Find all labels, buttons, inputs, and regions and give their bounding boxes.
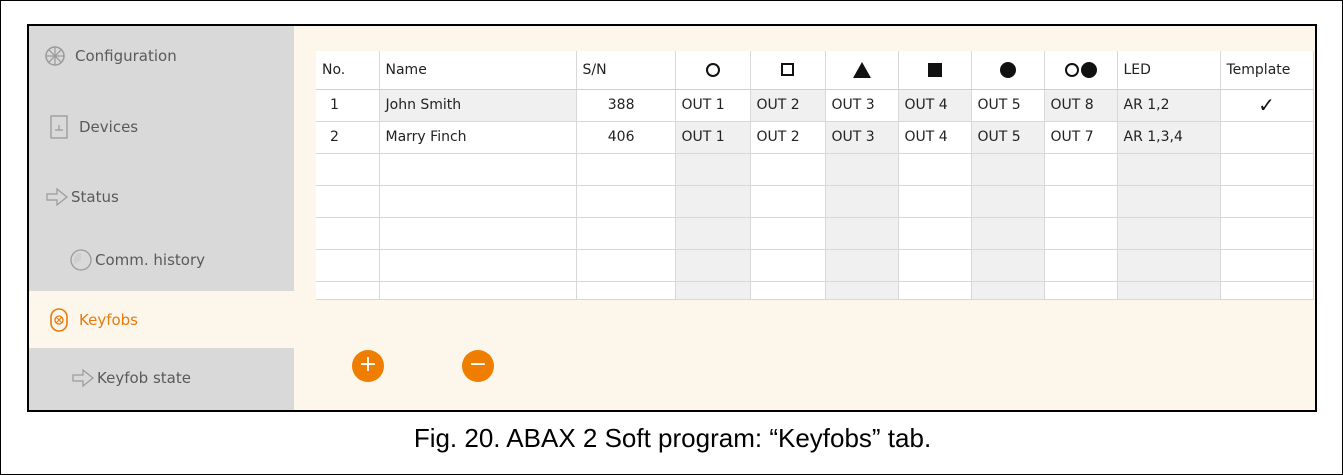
- figure-caption: Fig. 20. ABAX 2 Soft program: “Keyfobs” …: [413, 423, 932, 453]
- cell-output-3[interactable]: OUT 3: [825, 121, 899, 154]
- status-icon: [45, 185, 69, 209]
- col-header-button-4: [898, 51, 972, 90]
- table-row[interactable]: 1 John Smith 388 OUT 1 OUT 2 OUT 3 OUT 4…: [316, 89, 1314, 122]
- table-row-empty[interactable]: [316, 281, 1314, 300]
- col-header-no: No.: [316, 51, 380, 90]
- cell-output-6[interactable]: OUT 8: [1044, 89, 1118, 122]
- remove-keyfob-button[interactable]: −: [462, 350, 494, 382]
- cell-output-5[interactable]: OUT 5: [971, 89, 1045, 122]
- cell-output-6[interactable]: OUT 7: [1044, 121, 1118, 154]
- cell-output-4[interactable]: OUT 4: [898, 121, 972, 154]
- col-header-button-6: [1044, 51, 1118, 90]
- cell-output-2[interactable]: OUT 2: [750, 121, 826, 154]
- cell-sn[interactable]: 388: [576, 89, 676, 122]
- cell-output-5[interactable]: OUT 5: [971, 121, 1045, 154]
- cell-output-3[interactable]: OUT 3: [825, 89, 899, 122]
- add-keyfob-button[interactable]: +: [352, 350, 384, 382]
- circle-outline-icon: [705, 62, 720, 77]
- col-header-button-3: [825, 51, 899, 90]
- col-header-led: LED: [1117, 51, 1221, 90]
- cell-led[interactable]: AR 1,3,4: [1117, 121, 1221, 154]
- table-row-empty[interactable]: [316, 153, 1314, 186]
- devices-icon: [47, 115, 71, 139]
- two-circles-icon: [1064, 61, 1097, 78]
- keyfob-state-icon: [71, 366, 95, 390]
- keyfobs-panel: No. Name S/N LED Template 1 John Smith 3…: [294, 26, 1315, 410]
- col-header-button-5: [971, 51, 1045, 90]
- table-row-empty[interactable]: [316, 249, 1314, 282]
- sidebar-item-label: Devices: [79, 118, 139, 136]
- sidebar-item-label: Keyfob state: [97, 369, 191, 387]
- col-header-name: Name: [379, 51, 577, 90]
- cell-name[interactable]: Marry Finch: [379, 121, 577, 154]
- sidebar-item-status[interactable]: Status: [29, 169, 294, 225]
- circle-filled-icon: [999, 61, 1016, 78]
- cell-name[interactable]: John Smith: [379, 89, 577, 122]
- square-outline-icon: [781, 63, 794, 77]
- sidebar-item-keyfob-state[interactable]: Keyfob state: [29, 350, 294, 406]
- sidebar: Configuration Devices Status Comm. histo…: [29, 26, 294, 410]
- col-header-sn: S/N: [576, 51, 676, 90]
- cell-output-2[interactable]: OUT 2: [750, 89, 826, 122]
- table-row[interactable]: 2 Marry Finch 406 OUT 1 OUT 2 OUT 3 OUT …: [316, 121, 1314, 154]
- sidebar-item-configuration[interactable]: Configuration: [29, 28, 294, 84]
- cell-no[interactable]: 1: [316, 89, 380, 122]
- cell-led[interactable]: AR 1,2: [1117, 89, 1221, 122]
- figure-frame: Configuration Devices Status Comm. histo…: [0, 0, 1343, 475]
- square-filled-icon: [927, 62, 942, 77]
- table-row-empty[interactable]: [316, 217, 1314, 250]
- cell-output-4[interactable]: OUT 4: [898, 89, 972, 122]
- table-row-empty[interactable]: [316, 185, 1314, 218]
- cell-output-1[interactable]: OUT 1: [675, 89, 751, 122]
- cell-sn[interactable]: 406: [576, 121, 676, 154]
- cell-template[interactable]: [1220, 121, 1314, 154]
- col-header-button-2: [750, 51, 826, 90]
- col-header-template: Template: [1220, 51, 1314, 90]
- keyfobs-table: No. Name S/N LED Template 1 John Smith 3…: [316, 51, 1314, 300]
- triangle-icon: [852, 61, 871, 78]
- cell-no[interactable]: 2: [316, 121, 380, 154]
- sidebar-item-devices[interactable]: Devices: [29, 99, 294, 155]
- configuration-icon: [43, 44, 67, 68]
- comm-history-icon: [69, 248, 93, 272]
- cell-output-1[interactable]: OUT 1: [675, 121, 751, 154]
- cell-template-checkmark[interactable]: ✓: [1220, 89, 1314, 122]
- sidebar-item-label: Status: [71, 188, 119, 206]
- app-window: Configuration Devices Status Comm. histo…: [27, 24, 1317, 412]
- keyfob-icon: [47, 307, 71, 332]
- col-header-button-1: [675, 51, 751, 90]
- sidebar-item-label: Configuration: [75, 47, 177, 65]
- table-header-row: No. Name S/N LED Template: [316, 51, 1314, 90]
- sidebar-item-comm-history[interactable]: Comm. history: [29, 232, 294, 288]
- sidebar-item-label: Keyfobs: [79, 310, 138, 329]
- sidebar-item-keyfobs[interactable]: Keyfobs: [29, 291, 294, 348]
- sidebar-item-label: Comm. history: [95, 251, 206, 269]
